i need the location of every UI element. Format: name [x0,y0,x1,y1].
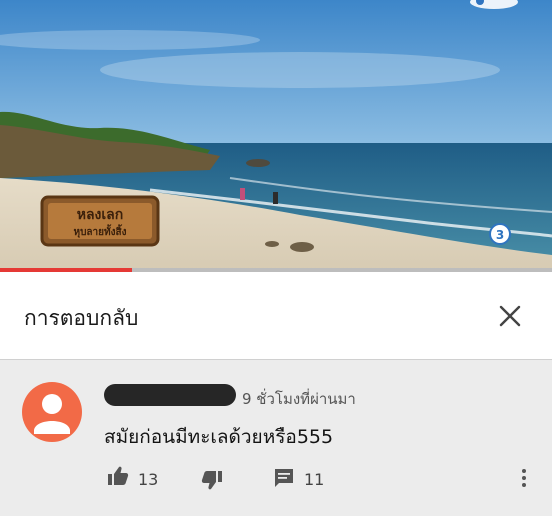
comment-time: 9 ชั่วโมงที่ผ่านมา [242,390,356,408]
user-avatar-icon [34,394,70,434]
comment-icon [275,469,293,487]
thumbs-down-icon [201,471,222,490]
dislike-button[interactable] [200,468,224,496]
comment-text: สมัยก่อนมีทะเลด้วยหรือ555 [104,426,334,448]
comment: 9 ชั่วโมงที่ผ่านมา สมัยก่อนมีทะเลด้วยหรื… [0,360,552,516]
replies-header: การตอบกลับ [0,272,552,360]
comment-actions: 13 11 [0,460,552,500]
ch3-logo-icon: 3 [489,223,511,245]
reply-count: 11 [304,470,325,489]
like-count: 13 [138,470,159,489]
thumbs-up-icon [108,466,129,485]
author-name-redacted[interactable] [104,384,236,406]
video-frame: หลงเลก หุบลายทั้งสิ้ง 3 [0,0,552,270]
page-title: การตอบกลับ [24,306,139,330]
like-button[interactable] [106,464,130,492]
svg-text:หุบลายทั้งสิ้ง: หุบลายทั้งสิ้ง [73,224,126,238]
close-button[interactable] [494,300,526,332]
svg-text:3: 3 [496,228,504,242]
more-options-button[interactable] [512,466,536,494]
close-icon [499,305,521,327]
video-player[interactable]: หลงเลก หุบลายทั้งสิ้ง 3 [0,0,552,270]
svg-text:หลงเลก: หลงเลก [77,207,123,223]
reply-button[interactable] [272,466,296,494]
show-title-logo: หลงเลก หุบลายทั้งสิ้ง [40,195,160,247]
more-vert-icon [522,469,526,487]
avatar[interactable] [22,382,82,442]
